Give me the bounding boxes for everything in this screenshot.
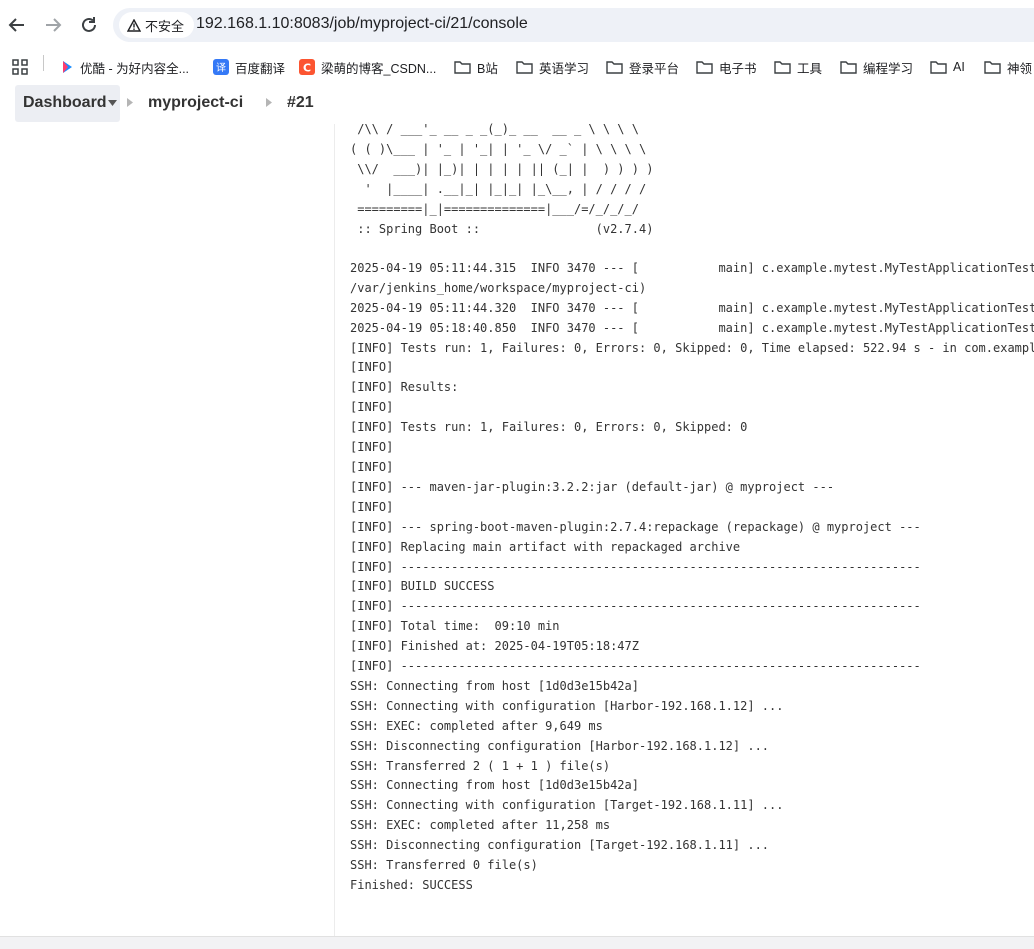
- page-footer-bar: [0, 936, 1034, 949]
- spring-boot-banner: /\\ / ___'_ __ _ _(_)_ __ __ _ \ \ \ \ (…: [350, 120, 653, 239]
- breadcrumb-dashboard-label: Dashboard: [23, 94, 107, 111]
- console-line: SSH: Transferred 0 file(s): [350, 858, 538, 873]
- side-panel: [0, 124, 335, 936]
- console-line: SSH: Connecting from host [1d0d3e15b42a]: [350, 778, 639, 793]
- back-button[interactable]: [6, 14, 28, 36]
- console-log-text: 2025-04-19 05:11:44.315 INFO 3470 --- [ …: [350, 239, 1034, 896]
- console-line: SSH: Disconnecting configuration [Harbor…: [350, 738, 770, 753]
- console-line: [INFO] --- spring-boot-maven-plugin:2.7.…: [350, 519, 921, 534]
- warning-icon: [127, 18, 141, 32]
- bookmark-folder-login[interactable]: 登录平台: [606, 56, 679, 78]
- console-line: [INFO] --- maven-jar-plugin:3.2.2:jar (d…: [350, 479, 835, 494]
- url-text[interactable]: 192.168.1.10:8083/job/myproject-ci/21/co…: [196, 15, 528, 33]
- bookmark-folder-english[interactable]: 英语学习: [516, 56, 589, 78]
- bookmark-youku[interactable]: 优酷 - 为好内容全...: [60, 56, 189, 78]
- bookmark-label: B站: [477, 61, 498, 76]
- breadcrumb-dashboard[interactable]: Dashboard: [23, 94, 107, 112]
- console-line: SSH: Connecting with configuration [Harb…: [350, 698, 784, 713]
- console-line: SSH: EXEC: completed after 9,649 ms: [350, 718, 603, 733]
- bookmark-folder-tools[interactable]: 工具: [774, 56, 822, 78]
- console-line: 2025-04-19 05:18:40.850 INFO 3470 --- [ …: [350, 320, 1034, 335]
- console-line: [INFO]: [350, 360, 394, 375]
- bookmark-folder-ai[interactable]: AI: [930, 56, 965, 78]
- reload-button[interactable]: [78, 14, 100, 36]
- console-line: 2025-04-19 05:11:44.315 INFO 3470 --- [ …: [350, 260, 1034, 275]
- console-line: [INFO] Tests run: 1, Failures: 0, Errors…: [350, 420, 748, 435]
- console-line: [INFO]: [350, 459, 394, 474]
- svg-text:译: 译: [216, 62, 226, 74]
- bookmarks-divider: [43, 55, 44, 71]
- console-line: [INFO]: [350, 440, 394, 455]
- bookmark-label: 电子书: [719, 61, 757, 76]
- breadcrumb-build[interactable]: #21: [287, 94, 314, 112]
- bookmark-label: AI: [953, 60, 965, 74]
- console-line: [INFO] BUILD SUCCESS: [350, 579, 495, 594]
- console-line: [INFO] Total time: 09:10 min: [350, 619, 560, 634]
- translate-icon: 译: [213, 59, 229, 75]
- folder-icon: [606, 60, 623, 74]
- browser-toolbar: 不安全 192.168.1.10:8083/job/myproject-ci/2…: [0, 0, 1034, 50]
- console-line: [INFO] ---------------------------------…: [350, 599, 921, 614]
- caret-down-icon[interactable]: [108, 100, 117, 106]
- bookmark-label: 登录平台: [629, 61, 680, 76]
- bookmark-label: 编程学习: [863, 61, 914, 76]
- breadcrumb-job-label: myproject-ci: [148, 94, 244, 111]
- folder-icon: [774, 60, 791, 74]
- console-line: 2025-04-19 05:11:44.320 INFO 3470 --- [ …: [350, 300, 1034, 315]
- security-badge[interactable]: 不安全: [119, 12, 195, 38]
- console-line: [INFO] Finished at: 2025-04-19T05:18:47Z: [350, 639, 639, 654]
- banner-text: /\\ / ___'_ __ _ _(_)_ __ __ _ \ \ \ \ (…: [350, 122, 654, 236]
- console-line: SSH: Connecting from host [1d0d3e15b42a]: [350, 678, 639, 693]
- chevron-right-icon: [127, 98, 133, 107]
- console-line: [INFO]: [350, 499, 394, 514]
- bookmark-label: 英语学习: [539, 61, 590, 76]
- bookmark-folder-shenling[interactable]: 神领: [984, 56, 1034, 78]
- apps-grid-icon: [12, 59, 28, 75]
- back-arrow-icon: [8, 18, 24, 32]
- console-line: [INFO] Results:: [350, 380, 459, 395]
- bookmark-label: 工具: [797, 61, 823, 76]
- console-line: [INFO] Tests run: 1, Failures: 0, Errors…: [350, 340, 1034, 355]
- chevron-right-icon: [266, 98, 272, 107]
- console-line: /var/jenkins_home/workspace/myproject-ci…: [350, 280, 647, 295]
- console-line: SSH: Transferred 2 ( 1 + 1 ) file(s): [350, 758, 611, 773]
- console-line: SSH: EXEC: completed after 11,258 ms: [350, 818, 611, 833]
- console-line: [INFO] Replacing main artifact with repa…: [350, 539, 741, 554]
- folder-icon: [516, 60, 533, 74]
- bookmark-csdn[interactable]: C 梁萌的博客_CSDN...: [299, 56, 436, 78]
- folder-icon: [984, 60, 1001, 74]
- bookmark-folder-ebook[interactable]: 电子书: [696, 56, 757, 78]
- breadcrumb-build-label: #21: [287, 94, 314, 111]
- console-line: [INFO] ---------------------------------…: [350, 659, 921, 674]
- bookmark-folder-programming[interactable]: 编程学习: [840, 56, 913, 78]
- bookmark-baidu-fanyi[interactable]: 译 百度翻译: [213, 56, 285, 78]
- console-line: [INFO]: [350, 400, 394, 415]
- breadcrumb-job[interactable]: myproject-ci: [148, 94, 243, 112]
- folder-icon: [454, 60, 471, 74]
- address-bar[interactable]: 不安全 192.168.1.10:8083/job/myproject-ci/2…: [113, 8, 1034, 42]
- apps-grid-button[interactable]: [11, 56, 29, 78]
- csdn-icon: C: [299, 59, 315, 75]
- security-label: 不安全: [145, 18, 185, 34]
- bookmark-label: 神领: [1007, 61, 1033, 76]
- console-output: 2025-04-19 05:11:44.315 INFO 3470 --- [ …: [350, 239, 1034, 936]
- forward-arrow-icon: [46, 18, 62, 32]
- folder-icon: [696, 60, 713, 74]
- console-line: SSH: Disconnecting configuration [Target…: [350, 838, 770, 853]
- console-line: SSH: Connecting with configuration [Targ…: [350, 798, 784, 813]
- reload-icon: [82, 17, 96, 32]
- folder-icon: [840, 60, 857, 74]
- forward-button[interactable]: [42, 14, 64, 36]
- console-line: Finished: SUCCESS: [350, 878, 473, 892]
- bookmark-folder-bilibili[interactable]: B站: [454, 56, 498, 78]
- youku-icon: [60, 60, 74, 74]
- folder-icon: [930, 60, 947, 74]
- bookmark-label: 优酷 - 为好内容全...: [80, 61, 190, 76]
- console-line: [INFO] ---------------------------------…: [350, 559, 921, 574]
- svg-text:C: C: [303, 62, 311, 75]
- bookmark-label: 百度翻译: [235, 61, 286, 76]
- bookmark-label: 梁萌的博客_CSDN...: [321, 61, 437, 76]
